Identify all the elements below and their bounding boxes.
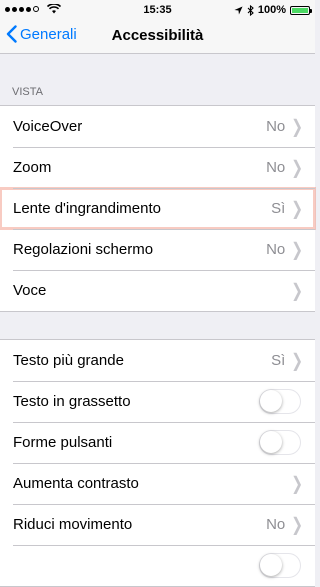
- location-arrow-icon: [234, 5, 243, 15]
- row-reduce-motion[interactable]: Riduci movimento No ❯: [0, 504, 315, 545]
- row-bold-text: Testo in grassetto: [0, 381, 315, 422]
- status-bar: 15:35 100%: [0, 0, 315, 20]
- settings-group-vista: VoiceOver No ❯ Zoom No ❯ Lente d'ingrand…: [0, 105, 316, 312]
- row-label: Forme pulsanti: [13, 434, 113, 451]
- battery-percent: 100%: [257, 4, 286, 16]
- row-display-accommodations[interactable]: Regolazioni schermo No ❯: [0, 229, 315, 270]
- section-header-vista: VISTA: [12, 86, 43, 98]
- settings-group-text: Testo più grande Sì ❯ Testo in grassetto…: [0, 339, 315, 587]
- chevron-right-icon: ❯: [291, 472, 303, 494]
- row-voiceover[interactable]: VoiceOver No ❯: [0, 106, 315, 147]
- battery-icon: [290, 5, 312, 15]
- row-button-shapes: Forme pulsanti: [0, 422, 315, 463]
- row-value: No: [266, 241, 286, 258]
- row-value: Sì: [271, 200, 286, 217]
- row-value: No: [266, 159, 286, 176]
- bluetooth-icon: [247, 4, 254, 16]
- partial-toggle[interactable]: [259, 553, 301, 578]
- row-label: VoiceOver: [13, 118, 83, 135]
- toggle-knob: [260, 390, 282, 412]
- row-increase-contrast[interactable]: Aumenta contrasto ❯: [0, 463, 315, 504]
- row-label: Zoom: [13, 159, 52, 176]
- row-label: Testo in grassetto: [13, 393, 131, 410]
- bold-text-toggle[interactable]: [259, 389, 301, 414]
- navigation-bar: Generali Accessibilità: [0, 20, 315, 54]
- row-label: Aumenta contrasto: [13, 475, 139, 492]
- row-partial: [0, 545, 315, 586]
- row-label: Riduci movimento: [13, 516, 133, 533]
- chevron-right-icon: ❯: [291, 238, 303, 260]
- row-label: Voce: [13, 282, 47, 299]
- row-speech[interactable]: Voce ❯: [0, 270, 315, 311]
- chevron-right-icon: ❯: [291, 197, 303, 219]
- row-label: Lente d'ingrandimento: [13, 200, 161, 217]
- row-larger-text[interactable]: Testo più grande Sì ❯: [0, 340, 315, 381]
- page-title: Accessibilità: [111, 27, 204, 44]
- chevron-right-icon: ❯: [291, 349, 303, 371]
- row-zoom[interactable]: Zoom No ❯: [0, 147, 315, 188]
- chevron-right-icon: ❯: [291, 156, 303, 178]
- row-value: Sì: [271, 352, 286, 369]
- toggle-knob: [260, 554, 282, 576]
- row-label: Regolazioni schermo: [13, 241, 154, 258]
- row-label: Testo più grande: [13, 352, 124, 369]
- row-value: No: [266, 118, 286, 135]
- chevron-right-icon: ❯: [291, 513, 303, 535]
- chevron-right-icon: ❯: [291, 279, 303, 301]
- row-value: No: [266, 516, 286, 533]
- chevron-right-icon: ❯: [291, 115, 303, 137]
- button-shapes-toggle[interactable]: [259, 430, 301, 455]
- toggle-knob: [260, 431, 282, 453]
- row-magnifier[interactable]: Lente d'ingrandimento Sì ❯: [0, 187, 316, 230]
